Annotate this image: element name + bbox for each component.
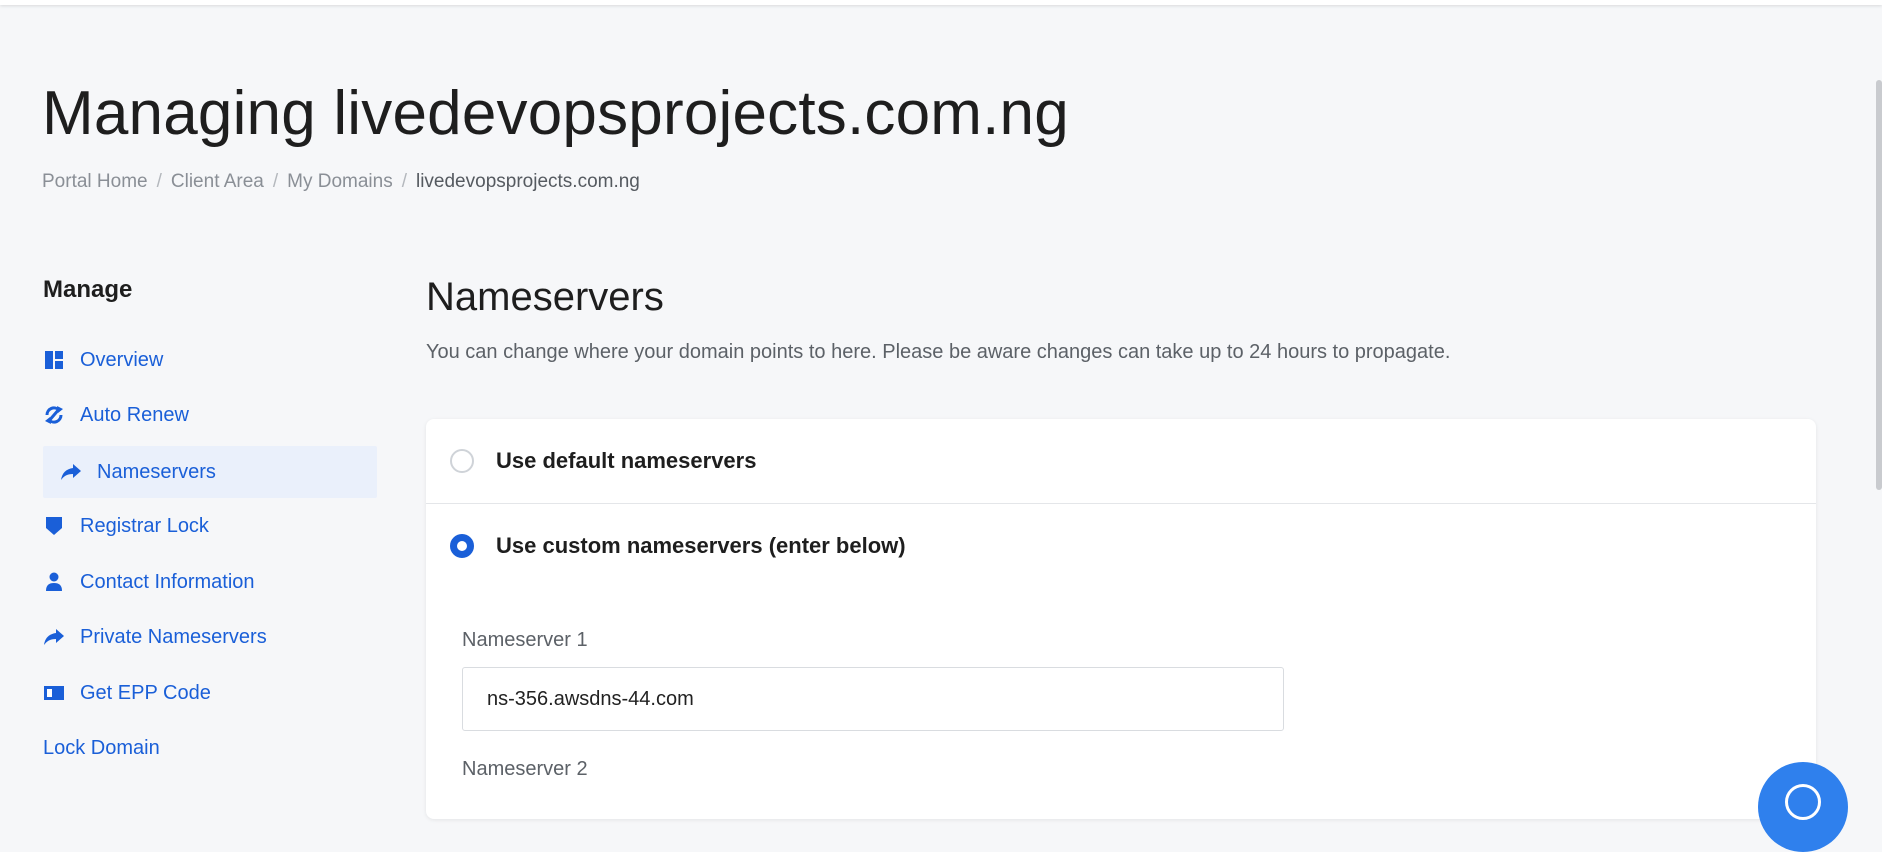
sidebar-item-nameservers[interactable]: Nameservers: [43, 446, 377, 498]
share-arrow-icon: [43, 626, 65, 648]
nameserver-1-label: Nameserver 1: [462, 629, 588, 651]
nameserver-2-label: Nameserver 2: [462, 758, 588, 780]
section-heading: Nameservers: [426, 275, 664, 319]
share-arrow-icon: [60, 461, 82, 483]
breadcrumb-separator: /: [272, 171, 279, 192]
dashboard-icon: [43, 349, 65, 371]
sidebar-item-registrar-lock[interactable]: Registrar Lock: [43, 503, 209, 549]
sidebar-item-auto-renew[interactable]: Auto Renew: [43, 392, 189, 438]
breadcrumb: Portal Home / Client Area / My Domains /…: [42, 171, 640, 193]
option-custom-nameservers[interactable]: Use custom nameservers (enter below): [426, 504, 1816, 588]
chat-button[interactable]: [1758, 762, 1848, 852]
section-description: You can change where your domain points …: [426, 341, 1451, 363]
sidebar-item-label: Auto Renew: [80, 403, 189, 426]
scrollbar[interactable]: [1876, 80, 1882, 490]
sidebar-item-label: Nameservers: [97, 460, 216, 483]
option-label: Use custom nameservers (enter below): [496, 533, 906, 558]
sidebar-item-label: Registrar Lock: [80, 514, 209, 537]
breadcrumb-current: livedevopsprojects.com.ng: [415, 171, 640, 192]
sidebar-item-label: Get EPP Code: [80, 681, 211, 704]
breadcrumb-portal-home[interactable]: Portal Home: [42, 171, 148, 193]
sidebar-item-label: Lock Domain: [43, 736, 160, 759]
sidebar-item-get-epp-code[interactable]: Get EPP Code: [43, 670, 211, 716]
breadcrumb-client-area[interactable]: Client Area: [171, 171, 264, 193]
shield-icon: [43, 515, 65, 537]
sidebar-item-label: Contact Information: [80, 570, 255, 593]
sidebar-item-label: Overview: [80, 348, 164, 371]
option-label: Use default nameservers: [496, 448, 757, 473]
sidebar-item-contact-information[interactable]: Contact Information: [43, 559, 255, 605]
sync-icon: [43, 404, 65, 426]
sidebar-item-overview[interactable]: Overview: [43, 337, 163, 383]
nameserver-card: Use default nameservers Use custom names…: [426, 419, 1816, 819]
breadcrumb-separator: /: [156, 171, 162, 192]
user-icon: [43, 571, 65, 593]
breadcrumb-separator: /: [401, 171, 407, 192]
breadcrumb-my-domains[interactable]: My Domains: [287, 171, 393, 193]
chat-icon: [1785, 784, 1821, 820]
option-default-nameservers[interactable]: Use default nameservers: [426, 419, 1816, 504]
page-title: Managing livedevopsprojects.com.ng: [42, 79, 1069, 148]
radio-default-nameservers[interactable]: [450, 449, 474, 473]
nameserver-1-input[interactable]: [462, 667, 1284, 731]
sidebar-heading: Manage: [43, 276, 133, 303]
sidebar-item-label: Private Nameservers: [80, 625, 267, 648]
radio-custom-nameservers[interactable]: [450, 534, 474, 558]
id-card-icon: [43, 682, 65, 704]
sidebar-item-private-nameservers[interactable]: Private Nameservers: [43, 614, 267, 660]
top-bar: [0, 0, 1882, 5]
sidebar-item-lock-domain[interactable]: Lock Domain: [43, 725, 160, 771]
